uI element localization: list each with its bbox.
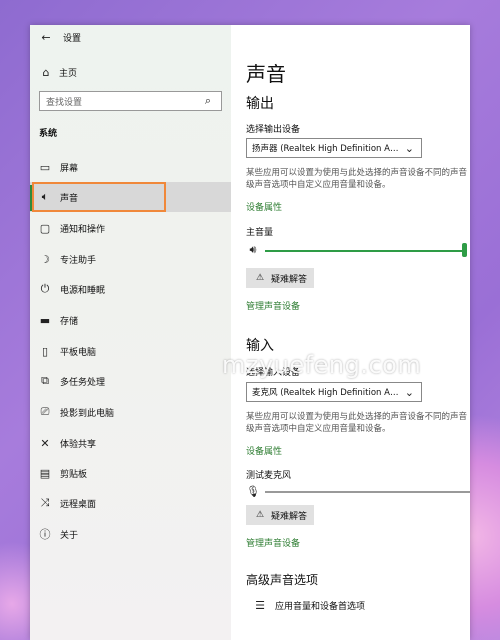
page-title: 声音 [246,62,286,86]
sidebar-item-label: 远程桌面 [60,499,97,510]
input-description: 某些应用可以设置为使用与此处选择的声音设备不同的声音 级声音选项中自定义应用音量… [246,412,468,434]
mic-row: 🎙︎ [246,484,260,498]
sidebar-item-label: 关于 [60,530,79,541]
volume-row: 🔊︎ [246,243,260,257]
section-label: 系统 [39,129,58,139]
sidebar-item-about[interactable]: ⓘ 关于 [30,519,231,549]
monitor-icon: ▭ [39,160,51,174]
sliders-icon: ☰ [255,598,265,612]
speaker-icon: 🔊︎ [249,243,257,256]
microphone-level-bar [265,491,470,493]
input-troubleshoot-button[interactable]: ⚠ 疑难解答 [246,505,314,525]
search-icon: ⌕ [204,94,212,107]
button-label: 疑难解答 [271,511,308,522]
sidebar-item-display[interactable]: ▭ 屏幕 [30,152,231,182]
highlight-box [32,182,166,212]
output-description: 某些应用可以设置为使用与此处选择的声音设备不同的声音 级声音选项中自定义应用音量… [246,168,468,190]
sidebar-item-clipboard[interactable]: ▤ 剪贴板 [30,458,231,488]
sidebar-item-label: 多任务处理 [60,377,106,388]
sidebar-item-label: 体验共享 [60,439,97,450]
volume-slider-thumb[interactable] [462,243,467,257]
sidebar-item-shared-experiences[interactable]: ✕ 体验共享 [30,428,231,458]
notification-icon: ▢ [39,221,51,235]
watermark: mzyuefeng.com [222,351,422,379]
sidebar-item-label: 通知和操作 [60,224,106,235]
app-volume-preferences-link[interactable]: ☰ 应用音量和设备首选项 [253,598,365,612]
sidebar-item-label: 剪贴板 [60,469,88,480]
settings-window: ← 设置 ⌂ 主页 查找设置 ⌕ 系统 ▭ 屏幕 🔈︎ 声音 ▢ 通知和操作 ☽… [30,25,470,640]
input-manage-devices-link[interactable]: 管理声音设备 [246,536,300,549]
remote-icon: ⤨ [40,496,50,509]
volume-slider[interactable] [265,250,465,252]
microphone-icon: 🎙︎ [246,484,260,498]
chevron-down-icon: ⌄ [404,141,414,155]
sidebar-item-label: 平板电脑 [60,347,97,358]
storage-icon: ▬ [39,313,51,327]
output-device-dropdown[interactable]: 扬声器 (Realtek High Definition Audi... ⌄ [246,138,422,158]
app-volume-label: 应用音量和设备首选项 [275,601,366,612]
sidebar-item-label: 专注助手 [60,255,97,266]
input-device-value: 麦克风 (Realtek High Definition Audi... [252,388,403,398]
back-arrow-icon[interactable]: ← [39,30,53,44]
share-icon: ✕ [40,436,50,450]
button-label: 疑难解答 [271,274,308,285]
test-microphone-label: 测试麦克风 [246,471,292,481]
output-device-value: 扬声器 (Realtek High Definition Audi... [252,144,403,154]
home-link[interactable]: ⌂ 主页 [39,65,78,79]
sidebar-item-remote-desktop[interactable]: ⤨ 远程桌面 [30,488,231,518]
search-placeholder: 查找设置 [46,97,83,108]
sidebar-item-label: 存储 [60,316,79,327]
power-icon: ⏻ [40,282,50,295]
home-label: 主页 [59,68,78,79]
multitask-icon: ⧉ [41,374,49,387]
output-troubleshoot-button[interactable]: ⚠ 疑难解答 [246,268,314,288]
sidebar-item-focus-assist[interactable]: ☽ 专注助手 [30,244,231,274]
output-device-properties-link[interactable]: 设备属性 [246,200,282,213]
info-icon: ⓘ [39,528,51,541]
warning-icon: ⚠ [255,273,265,283]
sidebar: ← 设置 ⌂ 主页 查找设置 ⌕ 系统 ▭ 屏幕 🔈︎ 声音 ▢ 通知和操作 ☽… [30,25,231,640]
sidebar-item-label: 屏幕 [60,163,79,174]
main-content: 声音 输出 选择输出设备 扬声器 (Realtek High Definitio… [231,25,470,640]
sidebar-item-tablet[interactable]: ▯ 平板电脑 [30,336,231,366]
volume-label: 主音量 [246,228,274,238]
sidebar-item-notifications[interactable]: ▢ 通知和操作 [30,213,231,243]
sidebar-item-label: 投影到此电脑 [60,408,115,419]
window-title: 设置 [63,33,82,44]
tablet-icon: ▯ [41,344,49,358]
output-heading: 输出 [246,96,274,112]
sidebar-item-label: 电源和睡眠 [60,285,106,296]
output-manage-devices-link[interactable]: 管理声音设备 [246,299,300,312]
warning-icon: ⚠ [255,510,265,520]
title-bar: ← 设置 [39,30,81,44]
sidebar-item-multitasking[interactable]: ⧉ 多任务处理 [30,366,231,396]
chevron-down-icon: ⌄ [404,385,414,399]
sidebar-item-projecting[interactable]: ⎚ 投影到此电脑 [30,397,231,427]
output-device-label: 选择输出设备 [246,125,301,135]
input-device-dropdown[interactable]: 麦克风 (Realtek High Definition Audi... ⌄ [246,382,422,402]
home-icon: ⌂ [42,65,50,79]
search-input[interactable]: 查找设置 ⌕ [39,91,222,111]
sidebar-item-storage[interactable]: ▬ 存储 [30,305,231,335]
project-icon: ⎚ [40,405,50,418]
clipboard-icon: ▤ [39,466,51,480]
moon-icon: ☽ [40,252,50,266]
advanced-heading: 高级声音选项 [246,573,319,587]
input-device-properties-link[interactable]: 设备属性 [246,444,282,457]
sidebar-item-power[interactable]: ⏻ 电源和睡眠 [30,274,231,304]
